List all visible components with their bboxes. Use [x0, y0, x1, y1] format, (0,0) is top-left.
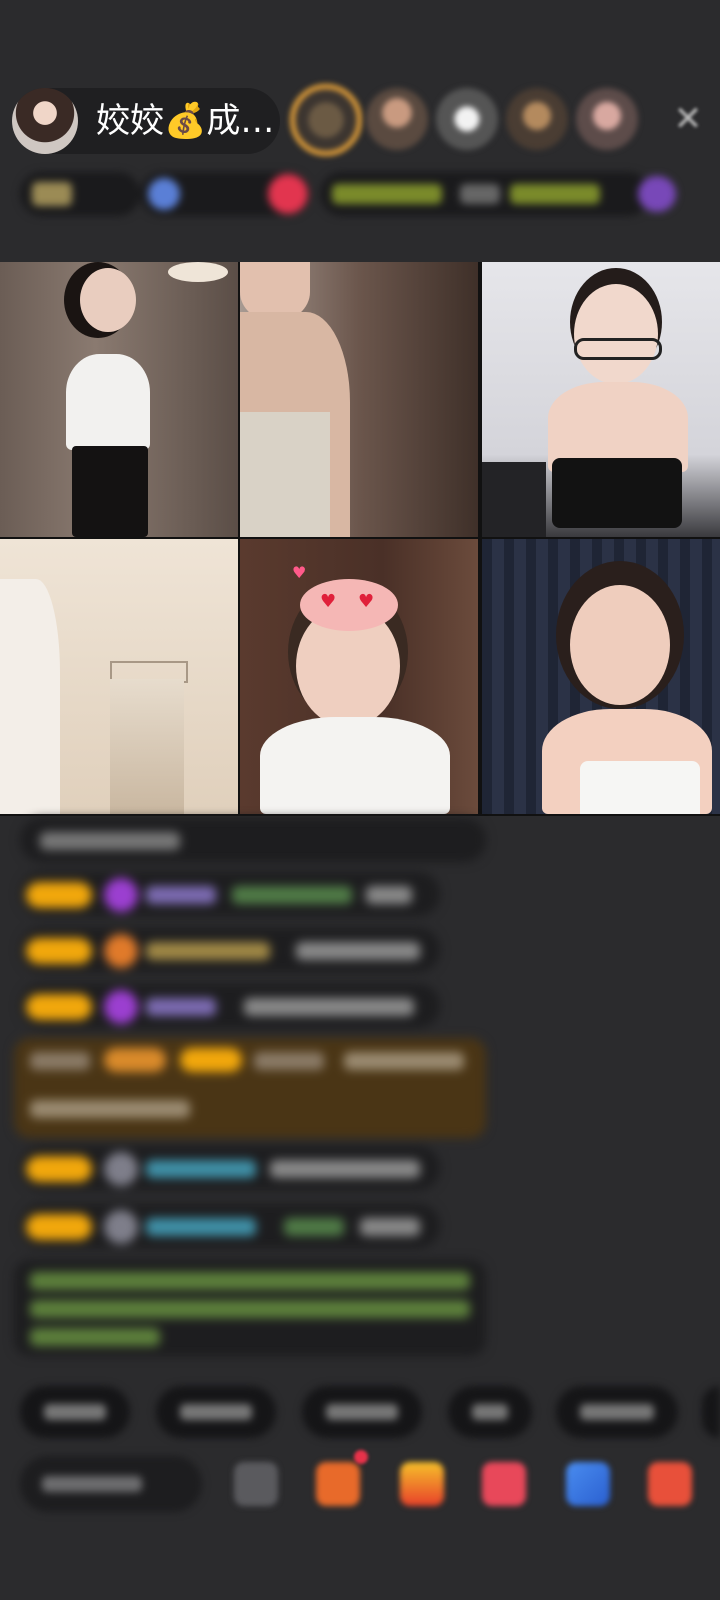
video-tile[interactable] [482, 539, 720, 814]
host-name[interactable]: 姣姣💰成… [96, 98, 274, 144]
diamond-icon [104, 878, 138, 912]
video-tile[interactable] [482, 262, 720, 537]
quick-reply-chip[interactable] [20, 1386, 130, 1438]
video-tile[interactable] [0, 262, 238, 537]
quick-reply-chip[interactable] [448, 1386, 532, 1438]
more-icon[interactable] [648, 1462, 692, 1506]
quick-reply-chip[interactable] [156, 1386, 276, 1438]
notification-dot [354, 1450, 368, 1464]
quick-reply-chip[interactable] [702, 1386, 720, 1438]
level-badge [26, 1214, 92, 1240]
system-notice [14, 1260, 486, 1356]
video-grid: ♥ ♥ ♥ [0, 262, 720, 816]
room-tags-row[interactable] [20, 172, 700, 216]
level-badge [26, 938, 92, 964]
chat-message-highlight [14, 1038, 486, 1138]
level-badge [26, 994, 92, 1020]
chat-input[interactable] [20, 1456, 202, 1512]
close-icon[interactable]: ✕ [668, 96, 708, 142]
chat-message [20, 928, 440, 972]
gift-box-icon[interactable] [316, 1462, 360, 1506]
game-icon[interactable] [482, 1462, 526, 1506]
chat-message [20, 1204, 440, 1248]
video-tile[interactable]: ♥ ♥ ♥ [240, 539, 478, 814]
chat-message [20, 872, 440, 916]
chat-message [20, 818, 486, 862]
diamond-icon [104, 990, 138, 1024]
gift-icon[interactable] [400, 1462, 444, 1506]
host-avatar[interactable] [12, 88, 78, 154]
user-icon [104, 934, 138, 968]
top-viewer-avatar[interactable] [576, 88, 638, 150]
heart-icon: ♥ [292, 563, 307, 582]
share-icon[interactable] [566, 1462, 610, 1506]
video-tile[interactable] [240, 262, 478, 537]
top-viewer-avatar[interactable] [366, 88, 428, 150]
user-icon [104, 1152, 138, 1186]
chat-message [20, 1146, 440, 1190]
level-badge [26, 882, 92, 908]
pig-face-sticker: ♥ ♥ [300, 579, 398, 631]
top-viewer-avatar[interactable] [436, 88, 498, 150]
chat-feed [0, 816, 720, 1356]
quick-reply-chip[interactable] [556, 1386, 678, 1438]
level-badge [26, 1156, 92, 1182]
top-viewer-avatar[interactable] [290, 84, 362, 156]
message-icon[interactable] [234, 1462, 278, 1506]
video-tile[interactable] [0, 539, 238, 814]
top-viewer-avatar[interactable] [506, 88, 568, 150]
quick-reply-chip[interactable] [302, 1386, 422, 1438]
user-icon [104, 1210, 138, 1244]
chat-message [20, 984, 440, 1028]
